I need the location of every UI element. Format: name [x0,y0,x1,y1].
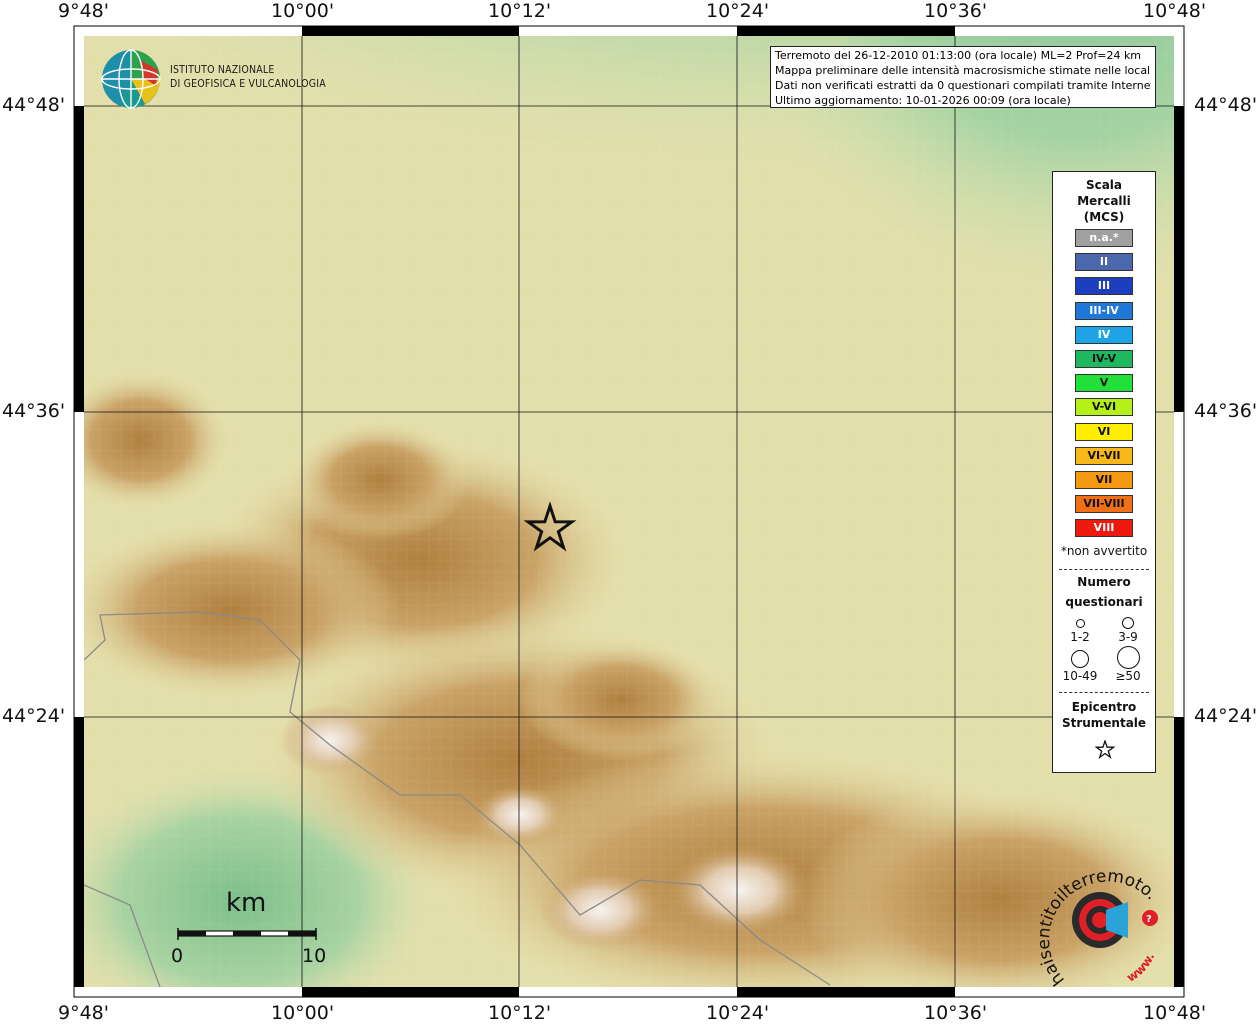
count-circle-xlarge-icon [1117,646,1140,669]
legend-title: Scala Mercalli (MCS) [1053,177,1155,225]
count-label-3: 10-49 [1062,669,1098,683]
info-line-1: Terremoto del 26-12-2010 01:13:00 (ora l… [775,49,1142,62]
lat-label-left-1: 44°48' [2,94,66,116]
info-line-2: Mappa preliminare delle intensità macros… [775,64,1151,77]
lon-label-top-3: 10°12' [488,0,552,22]
lat-label-left-2: 44°36' [2,400,66,422]
legend-star-icon [1095,740,1115,759]
intensity-swatch: VI-VII [1075,446,1133,465]
count-label-4: ≥50 [1115,669,1141,683]
intensity-swatch: IV [1075,325,1133,344]
lon-label-top-4: 10°24' [706,0,770,22]
lon-label-top-2: 10°00' [271,0,335,22]
count-circle-large-icon [1071,650,1089,668]
intensity-swatch: n.a.* [1075,229,1133,247]
info-line-4: Ultimo aggiornamento: 10-01-2026 00:09 (… [775,94,1071,107]
intensity-swatch: V [1075,374,1133,393]
count-circle-medium-icon [1122,617,1134,629]
intensity-swatch: VII-VIII [1075,495,1133,514]
legend-separator-1 [1059,569,1149,570]
lon-label-bottom-5: 10°36' [924,1002,988,1024]
mcs-legend: Scala Mercalli (MCS) n.a.* II III III-IV IV I… [1052,171,1156,773]
lat-label-right-3: 44°24' [1194,705,1257,727]
scale-bar-graphic [177,928,317,940]
lon-label-top-1: 9°48' [58,0,109,22]
haisentito-logo-icon[interactable]: ? haisentitoilterremoto.it www. [1040,860,1170,990]
info-line-3: Dati non verificati estratti da 0 questi… [775,79,1151,92]
legend-title-line-1: Scala [1085,178,1123,192]
scale-start: 0 [171,945,184,967]
intensity-swatch: VIII [1075,519,1133,538]
scale-end: 10 [302,945,327,967]
count-label-2: 3-9 [1118,630,1138,644]
lon-label-top-6: 10°48' [1143,0,1207,22]
intensity-swatch: VI [1075,422,1133,441]
legend-title-line-2: Mercalli [1077,194,1131,208]
lon-label-bottom-3: 10°12' [488,1002,552,1024]
scale-unit: km [226,888,267,918]
lat-label-right-2: 44°36' [1194,400,1257,422]
epicenter-title: Epicentro Strumentale [1053,699,1155,731]
count-title-line-2: questionari [1065,595,1143,609]
ingv-logo-text: ISTITUTO NAZIONALE DI GEOFISICA E VULCAN… [170,63,326,91]
not-felt-note: *non avvertito [1060,544,1148,558]
count-title-line-1: Numero [1077,575,1131,589]
lat-label-left-3: 44°24' [2,705,66,727]
count-title: Numero questionari [1053,572,1155,612]
count-label-1: 1-2 [1070,630,1090,644]
lat-label-right-1: 44°48' [1194,94,1257,116]
legend-separator-2 [1059,692,1149,693]
lon-label-bottom-4: 10°24' [706,1002,770,1024]
legend-title-line-3: (MCS) [1083,210,1125,224]
intensity-swatch: V-VI [1075,398,1133,417]
svg-text:?: ? [1146,914,1152,925]
brand-url: www. [1124,951,1157,985]
intensity-swatch: III [1075,277,1133,296]
ingv-line-1: ISTITUTO NAZIONALE [170,64,275,76]
ingv-line-2: DI GEOFISICA E VULCANOLOGIA [170,78,326,90]
intensity-swatch: VII [1075,471,1133,489]
lon-label-bottom-1: 9°48' [58,1002,109,1024]
intensity-swatch: III-IV [1075,301,1133,320]
intensity-swatch: IV-V [1075,350,1133,368]
count-circle-small-icon [1076,619,1085,628]
lon-label-top-5: 10°36' [924,0,988,22]
intensity-swatch: II [1075,253,1133,272]
epicenter-title-line-2: Strumentale [1061,716,1147,730]
lon-label-bottom-6: 10°48' [1143,1002,1207,1024]
event-info-box: Terremoto del 26-12-2010 01:13:00 (ora l… [770,46,1156,108]
epicenter-title-line-1: Epicentro [1071,700,1137,714]
ingv-globe-icon [101,49,161,109]
lon-label-bottom-2: 10°00' [271,1002,335,1024]
